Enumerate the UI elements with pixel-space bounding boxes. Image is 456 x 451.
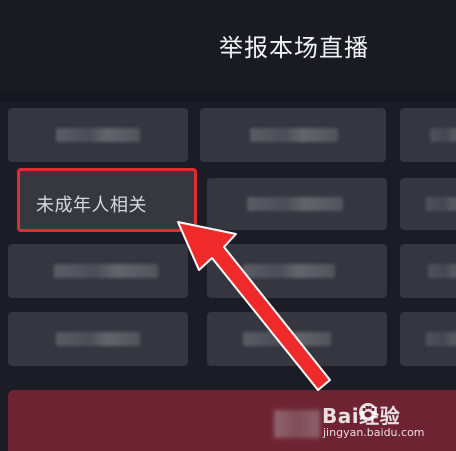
- report-option-blurred[interactable]: [400, 108, 456, 162]
- submit-label-blurred: [274, 410, 320, 438]
- report-option-blurred[interactable]: [200, 108, 386, 162]
- report-option-blurred[interactable]: [207, 178, 387, 230]
- page-title: 举报本场直播: [219, 34, 369, 62]
- report-option-blurred[interactable]: [400, 178, 456, 230]
- report-option-blurred[interactable]: [400, 244, 456, 298]
- report-option-blurred[interactable]: [400, 312, 456, 366]
- report-live-screen: 举报本场直播 未成年人相关 jingyan.baidu.com: [0, 0, 456, 451]
- baidu-paw-icon: [359, 403, 377, 421]
- report-option-blurred[interactable]: [8, 244, 188, 298]
- report-option-blurred[interactable]: [8, 312, 188, 366]
- report-option-blurred[interactable]: [207, 312, 387, 366]
- report-option-label: 未成年人相关: [36, 195, 147, 216]
- report-option-minor-related[interactable]: 未成年人相关: [17, 168, 197, 232]
- header: 举报本场直播: [0, 0, 456, 92]
- baidu-jingyan-watermark: Bai经验 jingyan.baidu.com: [322, 400, 452, 446]
- watermark-url: jingyan.baidu.com: [323, 426, 425, 439]
- report-option-blurred[interactable]: [8, 108, 188, 162]
- header-divider: [0, 92, 456, 102]
- report-option-blurred[interactable]: [207, 244, 387, 298]
